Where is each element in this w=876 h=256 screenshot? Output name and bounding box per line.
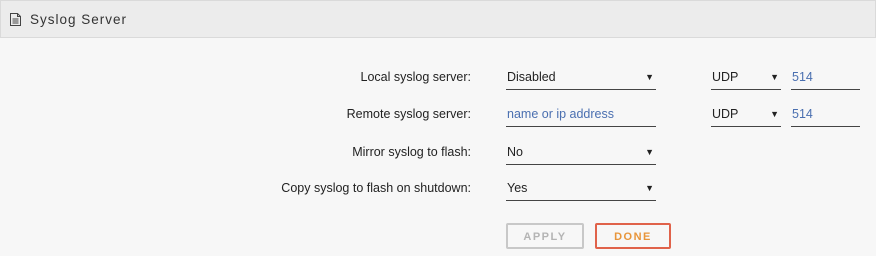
remote-protocol-select[interactable]: UDP ▼ [711,104,781,127]
local-port-value: 514 [792,70,813,84]
chevron-down-icon: ▼ [770,72,779,82]
local-protocol-value: UDP [712,70,739,84]
remote-syslog-server-input[interactable]: name or ip address [506,104,656,127]
remote-port-value: 514 [792,107,813,121]
mirror-syslog-select[interactable]: No ▼ [506,142,656,165]
local-protocol-select[interactable]: UDP ▼ [711,67,781,90]
copy-syslog-label: Copy syslog to flash on shutdown: [281,181,471,195]
local-port-input[interactable]: 514 [791,67,860,90]
panel-title: Syslog Server [30,12,128,27]
copy-syslog-value: Yes [507,181,528,195]
local-syslog-server-select[interactable]: Disabled ▼ [506,67,656,90]
chevron-down-icon: ▼ [770,109,779,119]
local-syslog-server-label: Local syslog server: [360,70,471,84]
apply-button[interactable]: APPLY [506,223,584,249]
remote-syslog-server-label: Remote syslog server: [346,107,471,121]
remote-protocol-value: UDP [712,107,739,121]
done-button[interactable]: DONE [595,223,671,249]
panel-header: Syslog Server [0,0,876,38]
chevron-down-icon: ▼ [645,147,654,157]
chevron-down-icon: ▼ [645,183,654,193]
syslog-server-panel: Syslog Server Local syslog server: Disab… [0,0,876,256]
document-icon [10,13,21,26]
remote-port-input[interactable]: 514 [791,104,860,127]
remote-syslog-server-placeholder: name or ip address [507,107,615,121]
local-syslog-server-value: Disabled [507,70,556,84]
chevron-down-icon: ▼ [645,72,654,82]
mirror-syslog-label: Mirror syslog to flash: [352,145,471,159]
copy-syslog-select[interactable]: Yes ▼ [506,178,656,201]
mirror-syslog-value: No [507,145,523,159]
